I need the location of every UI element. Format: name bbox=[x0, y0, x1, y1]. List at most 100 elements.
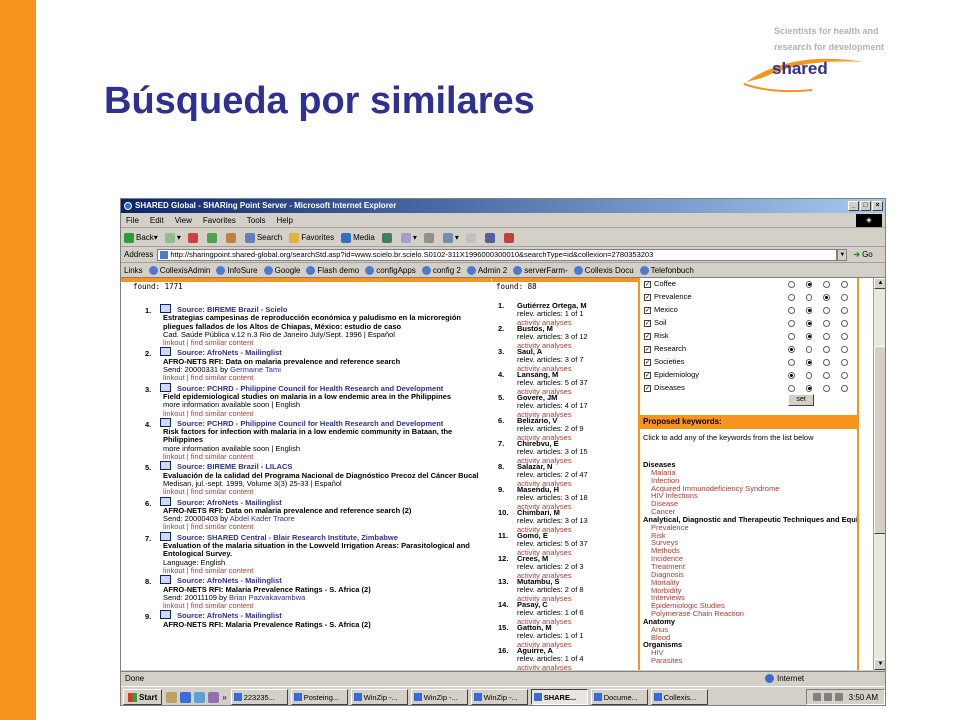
links-item[interactable]: Google bbox=[263, 265, 300, 275]
keyword-weight-radio[interactable] bbox=[787, 359, 795, 366]
menu-item-file[interactable]: File bbox=[126, 216, 139, 225]
keyword-weight-radio[interactable] bbox=[841, 320, 848, 327]
keyword-checkbox[interactable]: ✓ bbox=[644, 294, 651, 301]
keyword-weight-radio[interactable] bbox=[805, 333, 813, 340]
taskbar-task-button[interactable]: SHARE... bbox=[530, 689, 588, 705]
links-item[interactable]: Collexis Docu bbox=[573, 265, 634, 275]
result-title[interactable]: Evaluation of the malaria situation in t… bbox=[163, 541, 488, 559]
menu-item-edit[interactable]: Edit bbox=[150, 216, 164, 225]
links-item[interactable]: configApps bbox=[365, 265, 416, 275]
keyword-checkbox[interactable]: ✓ bbox=[644, 320, 651, 327]
minimize-button[interactable]: _ bbox=[848, 201, 859, 211]
keyword-weight-radio[interactable] bbox=[823, 320, 831, 327]
quicklaunch-more-icon[interactable]: » bbox=[222, 693, 226, 702]
activity-analyses-link[interactable]: activity analyses bbox=[517, 663, 638, 670]
linkout-similar-links[interactable]: linkout | find similar content bbox=[163, 338, 488, 347]
taskbar-task-button[interactable]: Collexis... bbox=[650, 689, 708, 705]
keyword-weight-radio[interactable] bbox=[841, 359, 848, 366]
forward-button[interactable]: ▾ bbox=[164, 232, 181, 243]
address-dropdown-button[interactable]: ▼ bbox=[837, 248, 848, 261]
keyword-weight-radio[interactable] bbox=[823, 294, 831, 301]
media-button[interactable]: Media bbox=[341, 232, 375, 243]
keyword-weight-radio[interactable] bbox=[805, 294, 813, 301]
keyword-checkbox[interactable]: ✓ bbox=[644, 346, 651, 353]
go-button[interactable]: ➔ Go bbox=[853, 250, 872, 259]
keyword-weight-radio[interactable] bbox=[841, 294, 848, 301]
history-button[interactable] bbox=[381, 232, 394, 243]
keyword-weight-radio[interactable] bbox=[841, 346, 848, 353]
home-button[interactable] bbox=[225, 232, 238, 243]
vertical-scrollbar[interactable]: ▲ ▼ bbox=[873, 278, 885, 670]
taskbar-task-button[interactable]: WinZip -... bbox=[350, 689, 408, 705]
proposed-keyword-link[interactable]: Polymerase Chain Reaction bbox=[643, 610, 857, 618]
menu-item-help[interactable]: Help bbox=[276, 216, 292, 225]
links-item[interactable]: Telefonbuch bbox=[639, 265, 694, 275]
scroll-up-button[interactable]: ▲ bbox=[874, 278, 885, 289]
close-button[interactable]: × bbox=[872, 201, 883, 211]
quicklaunch-ie-icon[interactable] bbox=[180, 691, 192, 703]
keyword-weight-radio[interactable] bbox=[841, 333, 848, 340]
proposed-keyword-link[interactable]: Anus bbox=[643, 625, 857, 634]
proposed-keyword-link[interactable]: Prevalence bbox=[643, 523, 857, 532]
favorites-button[interactable]: Favorites bbox=[289, 232, 334, 243]
menu-item-tools[interactable]: Tools bbox=[247, 216, 266, 225]
links-item[interactable]: InfoSure bbox=[216, 265, 258, 275]
keyword-weight-radio[interactable] bbox=[787, 320, 795, 327]
keyword-weight-radio[interactable] bbox=[823, 346, 831, 353]
keyword-weight-radio[interactable] bbox=[787, 372, 795, 379]
linkout-similar-links[interactable]: linkout | find similar content bbox=[163, 374, 488, 383]
edit-button[interactable]: ▾ bbox=[442, 232, 459, 243]
keyword-checkbox[interactable]: ✓ bbox=[644, 281, 651, 288]
keyword-weight-radio[interactable] bbox=[805, 307, 813, 314]
print-button[interactable] bbox=[423, 232, 436, 243]
keyword-checkbox[interactable]: ✓ bbox=[644, 333, 651, 340]
set-button[interactable]: set bbox=[788, 394, 814, 406]
keyword-weight-radio[interactable] bbox=[841, 281, 848, 288]
keyword-checkbox[interactable]: ✓ bbox=[644, 385, 651, 392]
refresh-button[interactable] bbox=[206, 232, 219, 243]
result-title[interactable]: Estrategias campesinas de reproducción e… bbox=[163, 314, 488, 331]
proposed-keyword-link[interactable]: Parasites bbox=[643, 657, 857, 665]
quicklaunch-outlook-icon[interactable] bbox=[194, 691, 206, 703]
stop-button[interactable] bbox=[187, 232, 200, 243]
keyword-weight-radio[interactable] bbox=[805, 359, 813, 366]
back-button[interactable]: Back ▾ bbox=[124, 232, 158, 243]
proposed-keyword-link[interactable]: Disease bbox=[643, 500, 857, 508]
keyword-weight-radio[interactable] bbox=[841, 385, 848, 392]
discuss-button[interactable] bbox=[465, 232, 478, 243]
mail-button[interactable]: ▾ bbox=[400, 232, 417, 243]
keyword-checkbox[interactable]: ✓ bbox=[644, 372, 651, 379]
tray-volume-icon[interactable] bbox=[823, 693, 832, 701]
taskbar-task-button[interactable]: WinZip -... bbox=[410, 689, 468, 705]
keyword-weight-radio[interactable] bbox=[823, 359, 831, 366]
links-item[interactable]: CollexisAdmin bbox=[148, 265, 210, 275]
linkout-similar-links[interactable]: linkout | find similar content bbox=[163, 523, 488, 532]
window-titlebar[interactable]: SHARED Global - SHARing Point Server - M… bbox=[121, 199, 885, 213]
keyword-weight-radio[interactable] bbox=[805, 346, 813, 353]
keyword-checkbox[interactable]: ✓ bbox=[644, 359, 651, 366]
keyword-weight-radio[interactable] bbox=[823, 372, 831, 379]
taskbar-task-button[interactable]: 223235... bbox=[230, 689, 288, 705]
scroll-thumb[interactable] bbox=[874, 346, 885, 534]
menu-item-favorites[interactable]: Favorites bbox=[203, 216, 236, 225]
start-button[interactable]: Start bbox=[123, 689, 163, 705]
linkout-similar-links[interactable]: linkout | find similar content bbox=[163, 601, 488, 610]
linkout-similar-links[interactable]: linkout | find similar content bbox=[163, 452, 488, 461]
maximize-button[interactable]: □ bbox=[860, 201, 871, 211]
keyword-weight-radio[interactable] bbox=[841, 307, 848, 314]
keyword-checkbox[interactable]: ✓ bbox=[644, 307, 651, 314]
taskbar-task-button[interactable]: Posteing... bbox=[290, 689, 348, 705]
taskbar-task-button[interactable]: WinZip -... bbox=[470, 689, 528, 705]
menu-item-view[interactable]: View bbox=[175, 216, 192, 225]
quicklaunch-media-icon[interactable] bbox=[208, 691, 220, 703]
linkout-similar-links[interactable]: linkout | find similar content bbox=[163, 487, 488, 496]
links-item[interactable]: Flash demo bbox=[306, 265, 359, 275]
links-item[interactable]: config 2 bbox=[421, 265, 461, 275]
keyword-weight-radio[interactable] bbox=[841, 372, 848, 379]
search-button[interactable]: Search bbox=[244, 232, 282, 243]
keyword-weight-radio[interactable] bbox=[787, 385, 795, 392]
links-item[interactable]: Admin 2 bbox=[466, 265, 507, 275]
keyword-weight-radio[interactable] bbox=[805, 320, 813, 327]
research-button[interactable] bbox=[484, 232, 497, 243]
keyword-weight-radio[interactable] bbox=[823, 333, 831, 340]
